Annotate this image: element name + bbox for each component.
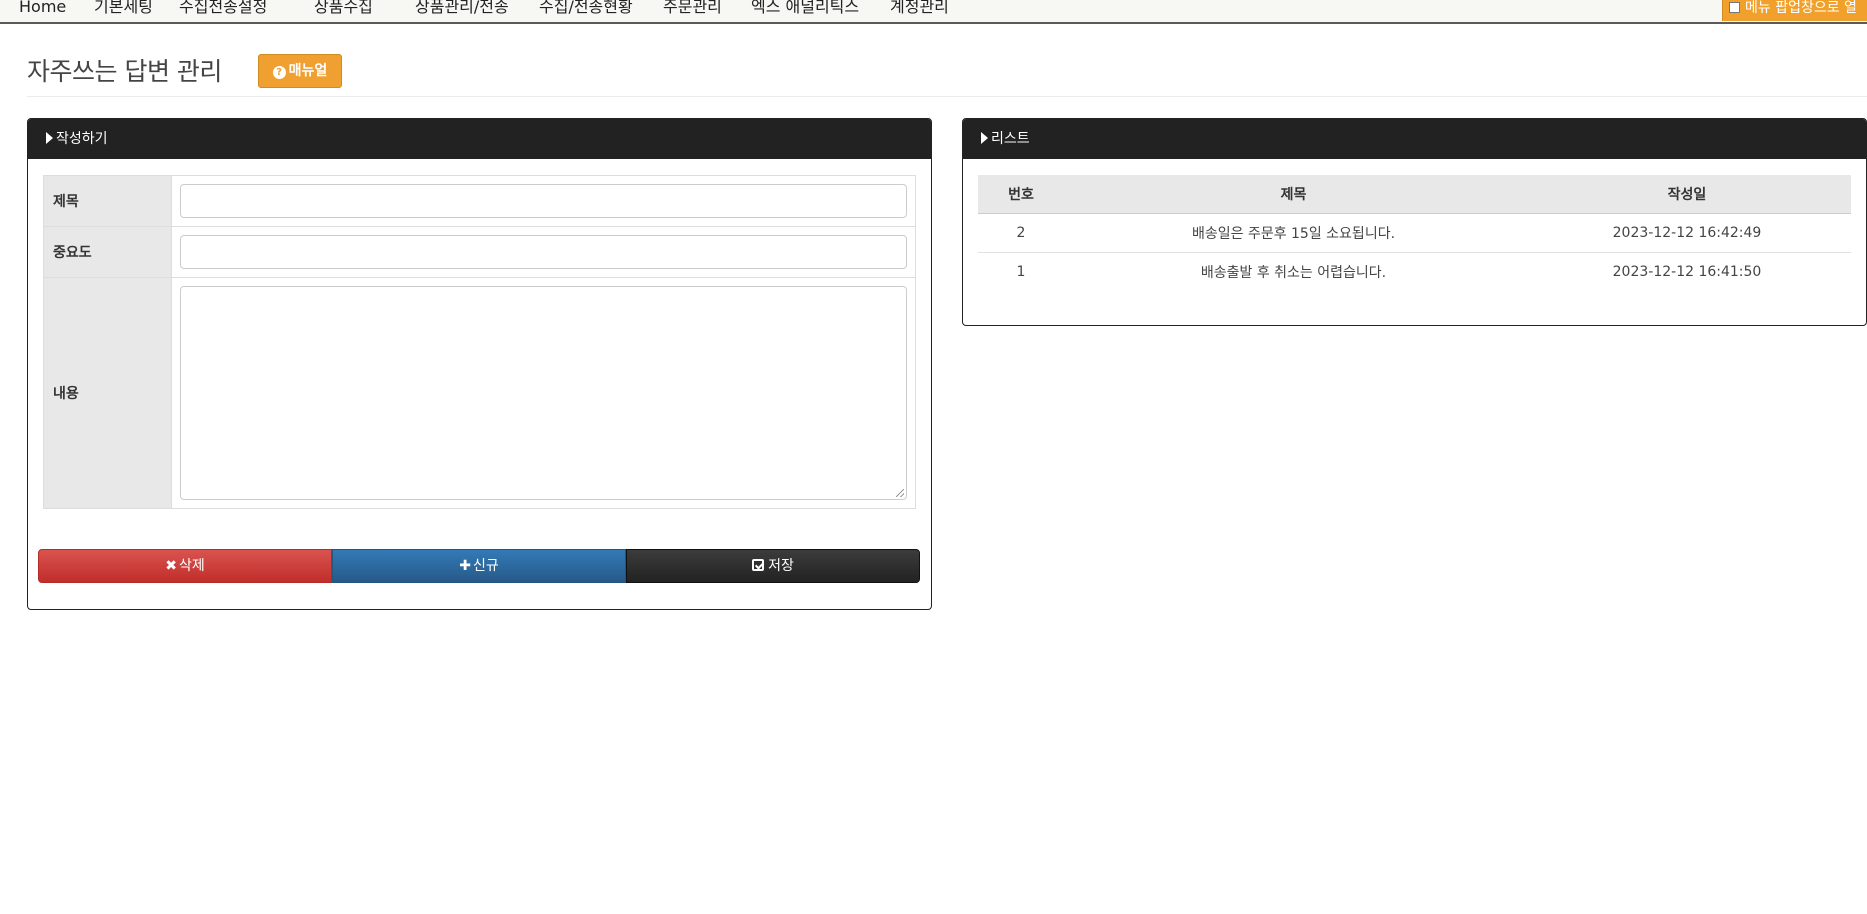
importance-input[interactable]: [180, 235, 907, 269]
subject-input[interactable]: [180, 184, 907, 218]
row-subject[interactable]: 배송일은 주문후 15일 소요됩니다.: [1064, 213, 1523, 253]
write-panel: 작성하기 제목 중요도 내용 ✖ 삭제 ✚ 신규 저장: [27, 118, 932, 610]
form-row-subject: 제목: [44, 176, 915, 227]
top-navigation: Home 기본세팅 수집전송설정 상품수집 상품관리/전송 수집/전송현황 주문…: [0, 0, 1867, 24]
new-button[interactable]: ✚ 신규: [332, 549, 626, 583]
nav-item-x-analytics[interactable]: 엑스 애널리틱스: [745, 0, 865, 21]
delete-button-label: 삭제: [178, 558, 205, 574]
content-label: 내용: [44, 278, 172, 508]
row-date: 2023-12-12 16:41:50: [1612, 263, 1762, 280]
column-header-number[interactable]: 번호: [978, 175, 1064, 214]
question-circle-icon: ?: [272, 66, 286, 79]
write-form: 제목 중요도 내용: [43, 175, 916, 509]
delete-button[interactable]: ✖ 삭제: [38, 549, 332, 583]
resize-grip-icon[interactable]: [896, 489, 904, 497]
row-number: 1: [1016, 263, 1026, 280]
edit-check-icon: [752, 559, 765, 571]
row-subject[interactable]: 배송출발 후 취소는 어렵습니다.: [1064, 252, 1523, 291]
header-divider: [27, 96, 1867, 97]
save-button[interactable]: 저장: [626, 549, 920, 583]
column-header-subject[interactable]: 제목: [1064, 175, 1523, 214]
row-date: 2023-12-12 16:42:49: [1523, 213, 1851, 253]
nav-item-home[interactable]: Home: [13, 0, 72, 21]
manual-button-label: 매뉴얼: [288, 63, 328, 79]
menu-popup-toggle[interactable]: 메뉴 팝업창으로 열: [1722, 0, 1867, 21]
plus-icon: ✚: [459, 558, 471, 574]
importance-label: 중요도: [44, 227, 172, 277]
table-header-row: 번호 제목 작성일: [978, 175, 1851, 214]
caret-right-icon: [981, 132, 988, 144]
manual-button[interactable]: ? 매뉴얼: [258, 54, 342, 88]
list-panel-heading: 리스트: [963, 119, 1866, 159]
write-panel-heading: 작성하기: [28, 119, 931, 159]
nav-item-order-manage[interactable]: 주문관리: [657, 0, 728, 21]
nav-item-product-collect[interactable]: 상품수집: [308, 0, 379, 21]
popup-toggle-label: 메뉴 팝업창으로 열: [1745, 0, 1857, 16]
subject-label: 제목: [44, 176, 172, 226]
action-button-group: ✖ 삭제 ✚ 신규 저장: [38, 549, 920, 583]
save-button-label: 저장: [768, 558, 794, 574]
row-number: 2: [978, 213, 1064, 253]
write-panel-title: 작성하기: [56, 131, 108, 147]
nav-item-product-manage-send[interactable]: 상품관리/전송: [409, 0, 515, 21]
content-textarea[interactable]: [180, 286, 907, 500]
nav-item-collect-send-status[interactable]: 수집/전송현황: [533, 0, 639, 21]
table-row[interactable]: 1 배송출발 후 취소는 어렵습니다. 2023-12-12 16:41:50: [978, 252, 1851, 291]
nav-item-account-manage[interactable]: 계정관리: [884, 0, 955, 21]
nav-item-collect-send-settings[interactable]: 수집전송설정: [173, 0, 273, 21]
form-row-content: 내용: [44, 278, 915, 508]
table-row[interactable]: 2 배송일은 주문후 15일 소요됩니다. 2023-12-12 16:42:4…: [978, 213, 1851, 253]
popup-checkbox[interactable]: [1729, 2, 1740, 13]
answer-list-table: 번호 제목 작성일 2 배송일은 주문후 15일 소요됩니다. 2023-12-…: [978, 175, 1851, 291]
column-header-date[interactable]: 작성일: [1523, 175, 1851, 214]
form-row-importance: 중요도: [44, 227, 915, 278]
page-title: 자주쓰는 답변 관리: [27, 57, 222, 86]
new-button-label: 신규: [472, 558, 499, 574]
caret-right-icon: [46, 132, 53, 144]
list-panel-title: 리스트: [991, 131, 1030, 147]
close-icon: ✖: [165, 558, 177, 574]
nav-item-basic-settings[interactable]: 기본세팅: [88, 0, 159, 21]
list-panel: 리스트 번호 제목 작성일 2 배송일은 주문후 15일 소요됩니다. 2023…: [962, 118, 1867, 326]
